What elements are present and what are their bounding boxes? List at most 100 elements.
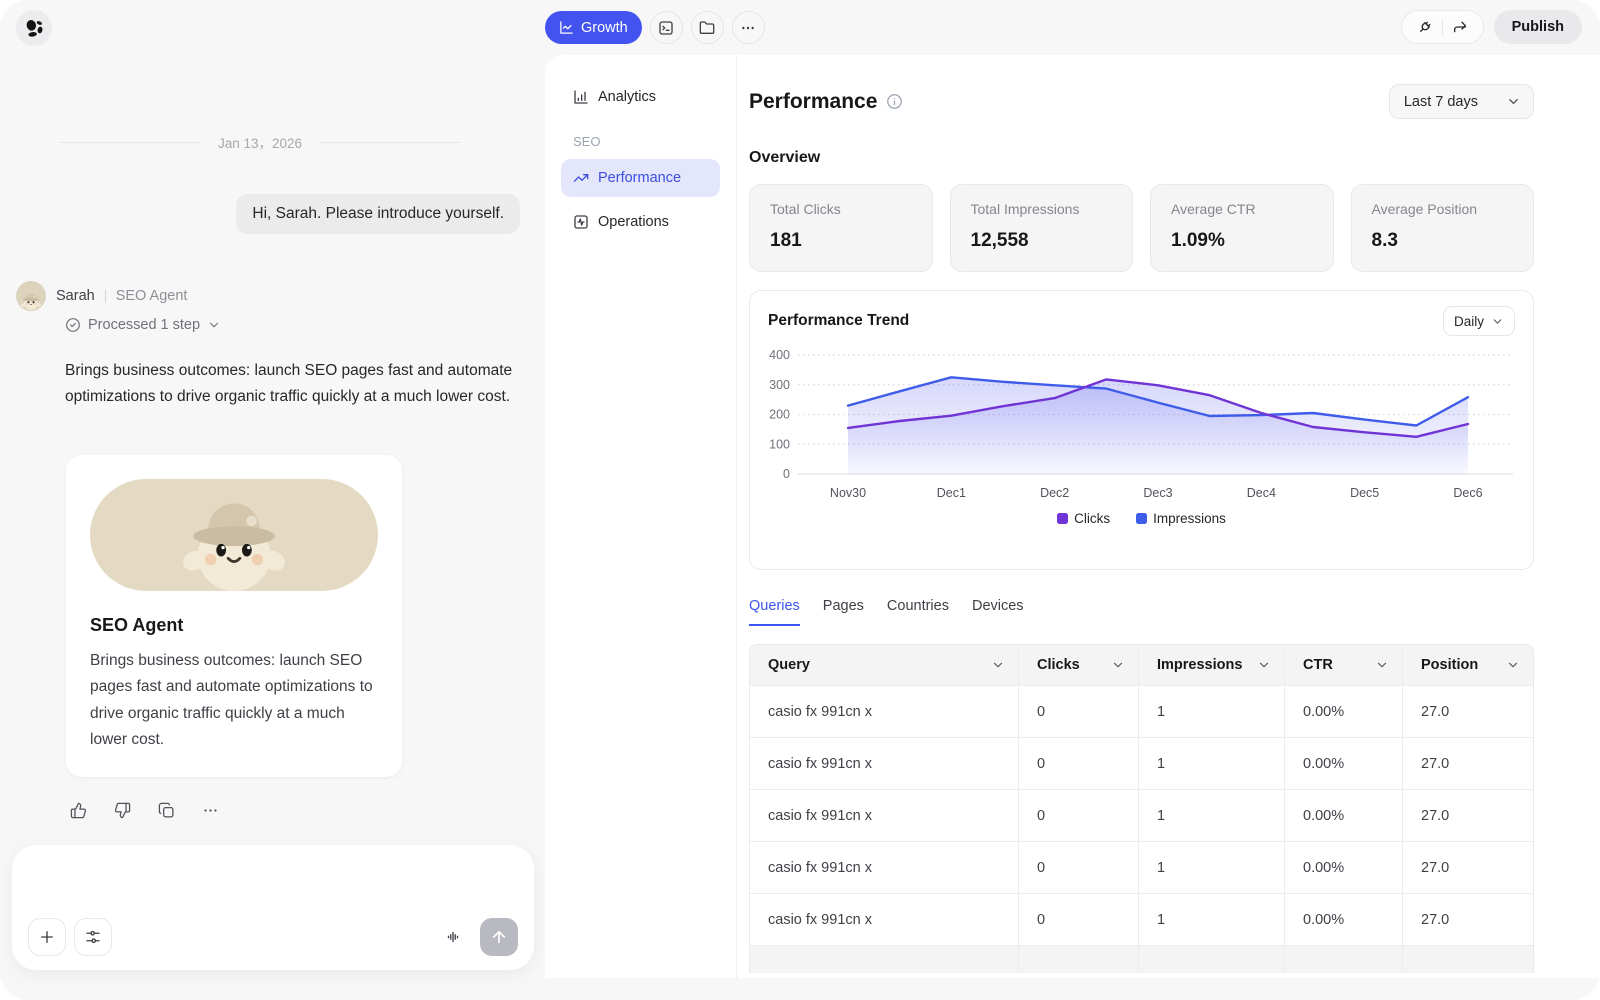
svg-text:Dec6: Dec6 <box>1453 486 1482 500</box>
table-cell: 0 <box>1018 789 1138 841</box>
tab-pages[interactable]: Pages <box>823 598 864 626</box>
table-cell: 27.0 <box>1402 789 1533 841</box>
sidebar-label-performance: Performance <box>598 170 681 186</box>
column-label: Position <box>1421 657 1478 673</box>
ellipsis-icon <box>740 20 756 36</box>
bar-chart-icon <box>573 89 589 105</box>
api-share-pill <box>1401 10 1484 44</box>
copy-button[interactable] <box>158 802 175 819</box>
voice-input-button[interactable] <box>434 918 472 956</box>
stat-label: Total Clicks <box>770 201 912 217</box>
divider-line <box>320 142 460 143</box>
column-label: Impressions <box>1157 657 1242 673</box>
column-label: Clicks <box>1037 657 1080 673</box>
table-cell: 1 <box>1138 893 1284 945</box>
info-icon[interactable] <box>886 93 903 110</box>
column-header-impressions[interactable]: Impressions <box>1138 645 1284 685</box>
more-actions-button[interactable] <box>202 802 219 819</box>
tab-countries[interactable]: Countries <box>887 598 949 626</box>
terminal-button[interactable] <box>650 11 683 44</box>
svg-text:Dec4: Dec4 <box>1247 486 1276 500</box>
table-row: casio fx 991cn x010.00%27.0 <box>750 893 1533 945</box>
table-cell: 1 <box>1138 685 1284 737</box>
share-button[interactable] <box>1443 11 1477 43</box>
chart-line-icon <box>559 20 574 35</box>
thumbs-up-button[interactable] <box>70 802 87 819</box>
date-range-value: Last 7 days <box>1404 94 1478 110</box>
processed-steps-toggle[interactable]: Processed 1 step <box>65 317 221 333</box>
divider-line <box>60 142 200 143</box>
growth-button[interactable]: Growth <box>545 11 642 44</box>
plug-button[interactable] <box>1408 11 1442 43</box>
sidebar-item-analytics[interactable]: Analytics <box>561 78 720 116</box>
date-range-dropdown[interactable]: Last 7 days <box>1389 84 1534 119</box>
legend-item-impressions: Impressions <box>1136 511 1226 526</box>
tab-queries[interactable]: Queries <box>749 598 800 626</box>
user-message-text: Hi, Sarah. Please introduce yourself. <box>252 205 504 222</box>
content-header: Performance Last 7 days <box>749 84 1534 119</box>
chevron-down-icon <box>1506 658 1520 672</box>
sidebar-section-seo: SEO <box>573 134 708 149</box>
stat-card-average-ctr: Average CTR1.09% <box>1150 184 1334 272</box>
table-header-row: Query Clicks Impressions CTR Position <box>750 645 1533 685</box>
sidebar-item-operations[interactable]: Operations <box>561 203 720 241</box>
chat-date: Jan 13，2026 <box>218 132 302 152</box>
table-cell: casio fx 991cn x <box>750 789 1018 841</box>
stat-card-total-impressions: Total Impressions12,558 <box>950 184 1134 272</box>
legend-swatch <box>1136 513 1147 524</box>
svg-text:300: 300 <box>769 378 790 392</box>
chat-input-toolbar <box>28 918 518 956</box>
table-cell: 0 <box>1018 685 1138 737</box>
more-options-button[interactable] <box>732 11 765 44</box>
table-cell: 0 <box>1018 737 1138 789</box>
table-cell: 27.0 <box>1402 893 1533 945</box>
thumbs-down-button[interactable] <box>114 802 131 819</box>
svg-text:400: 400 <box>769 348 790 362</box>
sidebar-label-analytics: Analytics <box>598 89 656 105</box>
stat-value: 8.3 <box>1372 230 1514 252</box>
plus-icon <box>38 928 56 946</box>
chevron-down-icon <box>991 658 1005 672</box>
table-cell: 27.0 <box>1402 841 1533 893</box>
table-cell: 0.00% <box>1284 841 1402 893</box>
share-forward-icon <box>1452 19 1468 35</box>
column-header-position[interactable]: Position <box>1402 645 1533 685</box>
app-logo[interactable] <box>16 10 52 46</box>
legend-label: Clicks <box>1074 511 1110 526</box>
chevron-down-icon <box>1257 658 1271 672</box>
waveform-icon <box>444 928 462 946</box>
folder-button[interactable] <box>691 11 724 44</box>
growth-label: Growth <box>581 20 628 36</box>
interval-value: Daily <box>1454 314 1484 329</box>
attach-button[interactable] <box>28 918 66 956</box>
publish-button[interactable]: Publish <box>1494 10 1582 44</box>
table-cell: 0.00% <box>1284 789 1402 841</box>
app-window: Growth Publish <box>0 0 1600 1000</box>
svg-text:100: 100 <box>769 437 790 451</box>
interval-dropdown[interactable]: Daily <box>1443 306 1515 336</box>
chevron-down-icon <box>1506 94 1521 109</box>
dashboard-content: Performance Last 7 days Overview Total C… <box>737 55 1600 978</box>
agent-card: SEO Agent Brings business outcomes: laun… <box>66 455 402 777</box>
overview-heading: Overview <box>749 149 1534 167</box>
table-cell: 27.0 <box>1402 685 1533 737</box>
stat-value: 1.09% <box>1171 230 1313 252</box>
chat-input-card[interactable] <box>12 845 534 970</box>
top-bar: Growth Publish <box>0 0 1600 55</box>
thumbs-down-icon <box>114 802 131 819</box>
legend-swatch <box>1057 513 1068 524</box>
settings-button[interactable] <box>74 918 112 956</box>
input-right-actions <box>434 918 518 956</box>
agent-card-image <box>90 479 378 591</box>
input-left-actions <box>28 918 112 956</box>
tab-devices[interactable]: Devices <box>972 598 1024 626</box>
send-button[interactable] <box>480 918 518 956</box>
column-header-clicks[interactable]: Clicks <box>1018 645 1138 685</box>
table-cell: casio fx 991cn x <box>750 841 1018 893</box>
trend-chart: 4003002001000Nov30Dec1Dec2Dec3Dec4Dec5De… <box>768 347 1515 510</box>
sidebar-item-performance[interactable]: Performance <box>561 159 720 197</box>
agent-card-title: SEO Agent <box>90 615 378 636</box>
thumbs-up-icon <box>70 802 87 819</box>
column-header-ctr[interactable]: CTR <box>1284 645 1402 685</box>
column-header-query[interactable]: Query <box>750 645 1018 685</box>
